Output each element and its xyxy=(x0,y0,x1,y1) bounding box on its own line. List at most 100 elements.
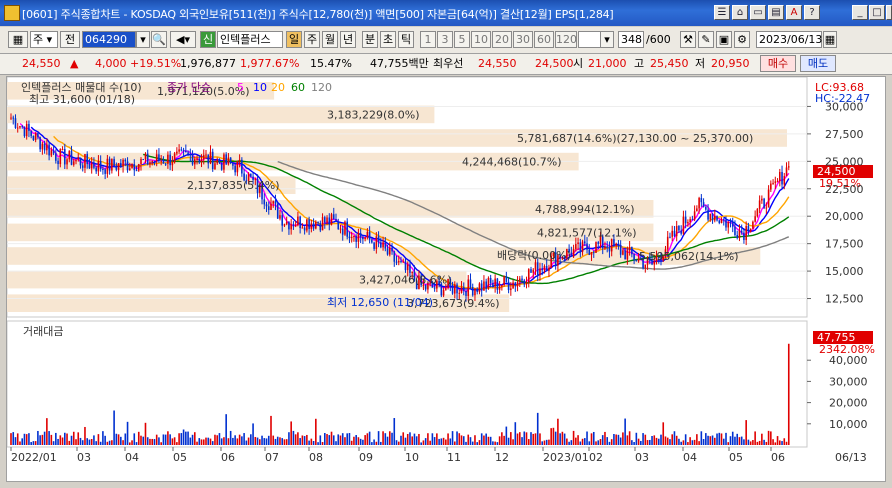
list-icon[interactable]: ☰ xyxy=(714,5,730,20)
alert-icon[interactable]: A xyxy=(786,5,802,20)
interval-60[interactable]: 60 xyxy=(534,31,554,48)
volume-bar xyxy=(70,435,73,445)
period-select[interactable]: 주 ▾ xyxy=(30,31,58,48)
speaker-icon[interactable]: ◀▾ xyxy=(170,31,196,48)
hammer-icon[interactable]: ⚒ xyxy=(680,31,696,48)
maximize-button[interactable]: □ xyxy=(869,5,885,20)
tab-month[interactable]: 월 xyxy=(322,31,338,48)
volume-bar xyxy=(570,440,573,445)
candle-body xyxy=(272,201,275,204)
candle-body xyxy=(770,183,772,190)
calendar-icon[interactable]: ▦ xyxy=(823,31,837,48)
volume-bar xyxy=(660,434,662,445)
volume-bar xyxy=(193,432,196,445)
best-ask: 24,550 xyxy=(478,57,517,70)
price-volume-chart[interactable]: 1,971,120(5.0%)3,183,229(8.0%)5,781,687(… xyxy=(7,77,885,481)
candle-body xyxy=(326,217,328,223)
save-icon[interactable]: ▣ xyxy=(716,31,732,48)
volume-bar xyxy=(449,438,452,445)
interval-5[interactable]: 5 xyxy=(454,31,470,48)
interval-20[interactable]: 20 xyxy=(492,31,512,48)
interval-1[interactable]: 1 xyxy=(420,31,436,48)
tab-second[interactable]: 초 xyxy=(380,31,396,48)
close-button[interactable] xyxy=(886,5,892,20)
chart-area[interactable]: 1,971,120(5.0%) 3,183,229(8.0%) 5,781,687(… xyxy=(6,76,886,482)
candle-body xyxy=(604,246,606,249)
stock-code-input[interactable]: 064290 xyxy=(82,31,136,48)
tab-day[interactable]: 일 xyxy=(286,31,302,48)
volume-bar xyxy=(613,434,615,445)
print-icon[interactable]: ▤ xyxy=(768,5,784,20)
volume-bar xyxy=(480,433,483,445)
volume-bar xyxy=(442,437,445,445)
candle-body xyxy=(70,150,73,165)
candle-body xyxy=(146,153,149,165)
price-tick-label: 15,000 xyxy=(825,265,864,278)
candle-body xyxy=(63,148,66,165)
interval-dropdown-icon[interactable]: ▾ xyxy=(600,31,614,48)
volume-bar xyxy=(568,441,570,445)
tab-year[interactable]: 년 xyxy=(340,31,356,48)
sell-button[interactable]: 매도 xyxy=(800,55,836,72)
code-dropdown-icon[interactable]: ▾ xyxy=(136,31,150,48)
candle-body xyxy=(731,222,734,227)
search-icon[interactable]: 🔍 xyxy=(151,31,167,48)
gear-icon[interactable]: ⚙ xyxy=(734,31,750,48)
volume-bar xyxy=(258,439,261,445)
buy-button[interactable]: 매수 xyxy=(760,55,796,72)
candle-body xyxy=(527,269,530,283)
interval-3[interactable]: 3 xyxy=(437,31,453,48)
tab-week[interactable]: 주 xyxy=(304,31,320,48)
volume-bar xyxy=(548,439,550,445)
volume-bar xyxy=(579,441,582,445)
amount: 47,755백만 xyxy=(370,57,429,70)
volume-profile-label: 4,788,994(12.1%) xyxy=(535,203,635,216)
volume-bar xyxy=(68,440,71,445)
interval-30[interactable]: 30 xyxy=(513,31,533,48)
candle-body xyxy=(288,221,290,230)
tools-icon[interactable]: ✎ xyxy=(698,31,714,48)
candle-body xyxy=(581,241,584,252)
help-icon[interactable]: ? xyxy=(804,5,820,20)
grid-icon[interactable]: ▦ xyxy=(8,31,28,48)
volume-bar xyxy=(151,438,154,445)
count-input[interactable]: 348 xyxy=(618,31,644,48)
candle-body xyxy=(707,209,709,220)
volume-bar xyxy=(736,433,739,445)
candle-body xyxy=(299,216,301,229)
volume-bar xyxy=(722,438,725,445)
interval-120[interactable]: 120 xyxy=(555,31,577,48)
volume-bar xyxy=(115,433,118,445)
candle-body xyxy=(267,206,270,211)
prev-button[interactable]: 전 xyxy=(60,31,80,48)
volume-bar xyxy=(397,441,400,445)
candle-body xyxy=(687,222,689,224)
volume-bar xyxy=(167,431,169,445)
tab-tick[interactable]: 틱 xyxy=(398,31,414,48)
candle-body xyxy=(191,155,194,165)
volume-bar xyxy=(561,431,564,445)
home-icon[interactable]: ⌂ xyxy=(732,5,748,20)
candle-body xyxy=(684,216,687,224)
minimize-button[interactable]: _ xyxy=(852,5,868,20)
volume-bar xyxy=(90,438,93,445)
candle-body xyxy=(238,159,241,162)
window-icon[interactable]: ▭ xyxy=(750,5,766,20)
candle-body xyxy=(682,216,685,234)
volume-bar xyxy=(536,412,539,445)
volume-bar xyxy=(761,433,763,445)
volume-bar xyxy=(436,433,438,445)
candle-body xyxy=(84,154,86,168)
date-input[interactable]: 2023/06/13 xyxy=(756,31,822,48)
volume-bar xyxy=(453,441,456,445)
volume-bar xyxy=(637,438,640,445)
volume-bar xyxy=(622,432,624,445)
tab-minute[interactable]: 분 xyxy=(362,31,378,48)
ma-legend-20: 20 xyxy=(271,81,285,94)
candle-body xyxy=(453,284,456,294)
volume-bar xyxy=(599,439,602,445)
volume-bar xyxy=(785,441,788,445)
volume-bar xyxy=(427,433,429,445)
interval-10[interactable]: 10 xyxy=(471,31,491,48)
candle-body xyxy=(626,250,629,260)
